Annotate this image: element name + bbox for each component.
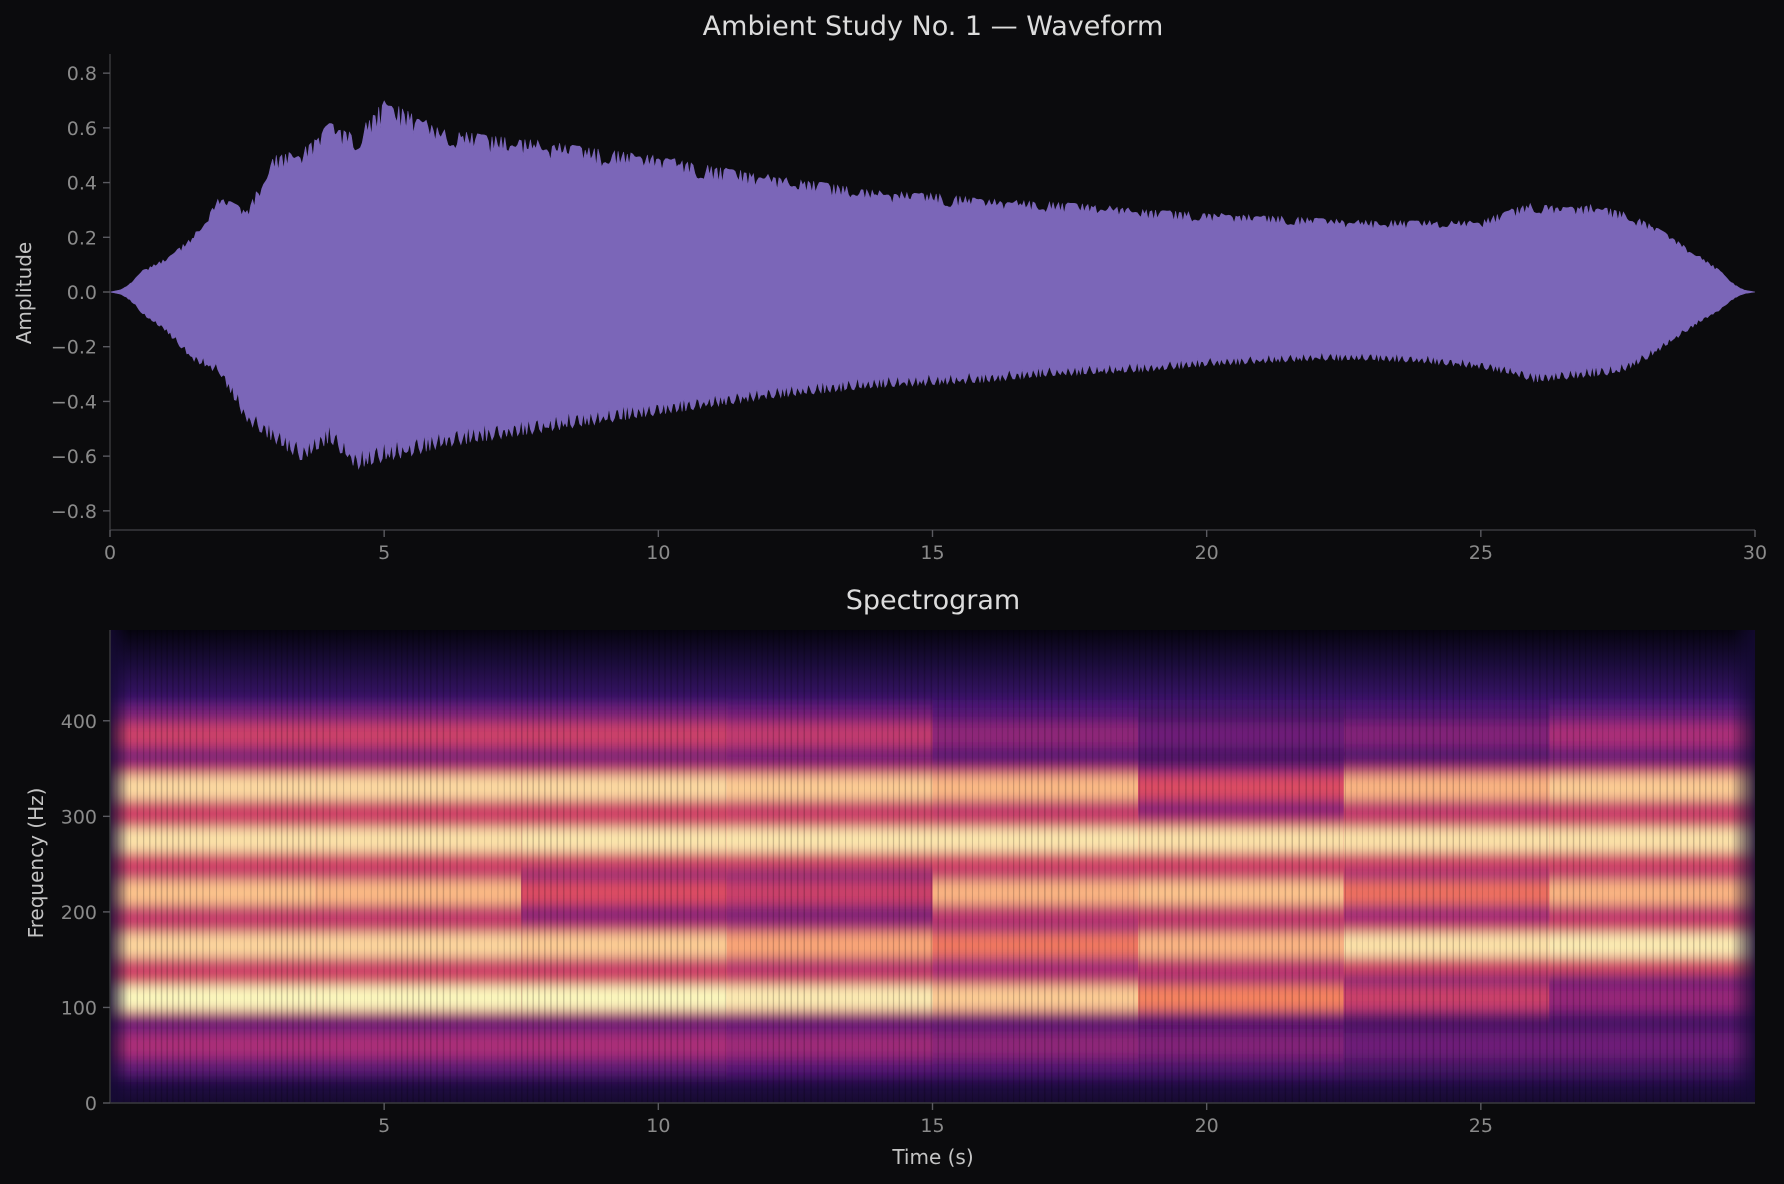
spectrogram-title: Spectrogram — [846, 585, 1020, 616]
waveform-x-tick-label: 30 — [1743, 542, 1767, 564]
spectrogram-y-tick-label: 300 — [61, 806, 97, 828]
waveform-title: Ambient Study No. 1 — Waveform — [703, 11, 1164, 42]
spectrogram-y-tick-label: 0 — [85, 1093, 97, 1115]
spectrogram-x-tick-label: 15 — [920, 1115, 944, 1137]
figure: Ambient Study No. 1 — Waveform 0 5 10 15 20 2… — [0, 0, 1784, 1184]
spectrogram-x-tick-label: 25 — [1469, 1115, 1493, 1137]
spectrogram-x-tick-label: 5 — [378, 1115, 390, 1137]
waveform-x-tick-label: 5 — [378, 542, 390, 564]
waveform-x-tick-label: 10 — [646, 542, 670, 564]
spectrogram-y-tick-label: 200 — [61, 902, 97, 924]
waveform-x-tick-label: 20 — [1195, 542, 1219, 564]
spectrogram-x-tick-label: 20 — [1195, 1115, 1219, 1137]
waveform-y-tick-label: −0.4 — [51, 391, 97, 413]
waveform-y-tick-label: 0.8 — [67, 63, 97, 85]
spectrogram-y-tick-label: 400 — [61, 711, 97, 733]
spectrogram-panel: Spectrogram 5 10 15 20 25 0 100 200 300 400 Time … — [24, 585, 1755, 1169]
spectrogram-y-tick-label: 100 — [61, 997, 97, 1019]
waveform-y-tick-label: 0.4 — [67, 173, 97, 195]
spectrogram-edge-fade — [110, 630, 1755, 1103]
waveform-plot-area — [109, 100, 1756, 470]
spectrogram-x-axis-label: Time (s) — [891, 1145, 973, 1169]
figure-svg: Ambient Study No. 1 — Waveform 0 5 10 15 20 2… — [12, 11, 1767, 1169]
waveform-y-tick-label: −0.2 — [51, 337, 97, 359]
waveform-y-tick-label: 0.6 — [67, 118, 97, 140]
waveform-y-tick-label: −0.8 — [51, 501, 97, 523]
spectrogram-y-axis-label: Frequency (Hz) — [24, 788, 48, 939]
waveform-area — [109, 100, 1756, 470]
waveform-panel: Ambient Study No. 1 — Waveform 0 5 10 15 20 2… — [12, 11, 1767, 564]
waveform-x-tick-label: 0 — [104, 542, 116, 564]
waveform-y-tick-label: 0.0 — [67, 282, 97, 304]
waveform-x-tick-label: 15 — [920, 542, 944, 564]
waveform-y-tick-label: −0.6 — [51, 446, 97, 468]
waveform-x-tick-label: 25 — [1469, 542, 1493, 564]
waveform-y-tick-label: 0.2 — [67, 227, 97, 249]
spectrogram-x-tick-label: 10 — [646, 1115, 670, 1137]
spectrogram-plot-area — [110, 630, 1755, 1103]
waveform-y-axis-label: Amplitude — [12, 242, 36, 345]
